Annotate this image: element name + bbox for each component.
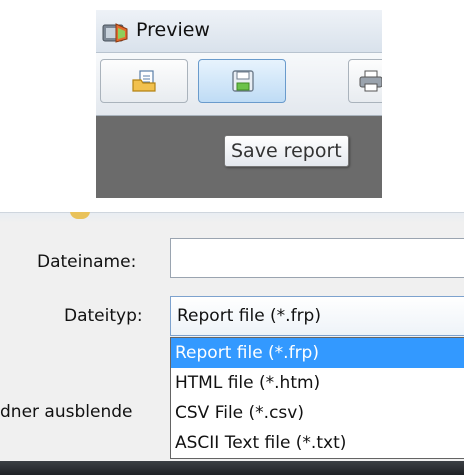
save-report-tooltip: Save report [224, 135, 349, 167]
save-report-button[interactable] [198, 59, 286, 103]
filetype-option-htm[interactable]: HTML file (*.htm) [171, 368, 464, 398]
save-icon [232, 70, 254, 92]
print-button[interactable] [348, 59, 382, 103]
filename-input[interactable] [170, 238, 464, 278]
filetype-label: Dateityp: [64, 306, 143, 326]
print-icon [359, 70, 382, 92]
preview-window: Preview Save report [96, 10, 382, 198]
preview-toolbar [96, 53, 382, 116]
screenshot-root: Preview Save report Dateiname: Dateityp:… [0, 0, 464, 475]
folder-icon [70, 212, 90, 219]
save-dialog: Dateiname: Dateityp: Report file (*.frp)… [0, 212, 464, 475]
hide-folders-toggle[interactable]: dner ausblende [0, 402, 132, 422]
filetype-select[interactable]: Report file (*.frp) [170, 296, 464, 336]
window-title: Preview [136, 19, 210, 41]
dialog-top-strip [0, 212, 464, 223]
taskbar-strip [0, 461, 464, 475]
filetype-option-txt[interactable]: ASCII Text file (*.txt) [171, 428, 464, 458]
app-icon [102, 23, 128, 43]
filetype-option-frp[interactable]: Report file (*.frp) [171, 338, 464, 368]
open-report-icon [132, 70, 156, 92]
preview-titlebar: Preview [96, 10, 382, 53]
filetype-dropdown-list: Report file (*.frp) HTML file (*.htm) CS… [170, 337, 464, 459]
filename-label: Dateiname: [37, 252, 137, 272]
open-report-button[interactable] [100, 59, 188, 103]
filetype-option-csv[interactable]: CSV File (*.csv) [171, 398, 464, 428]
